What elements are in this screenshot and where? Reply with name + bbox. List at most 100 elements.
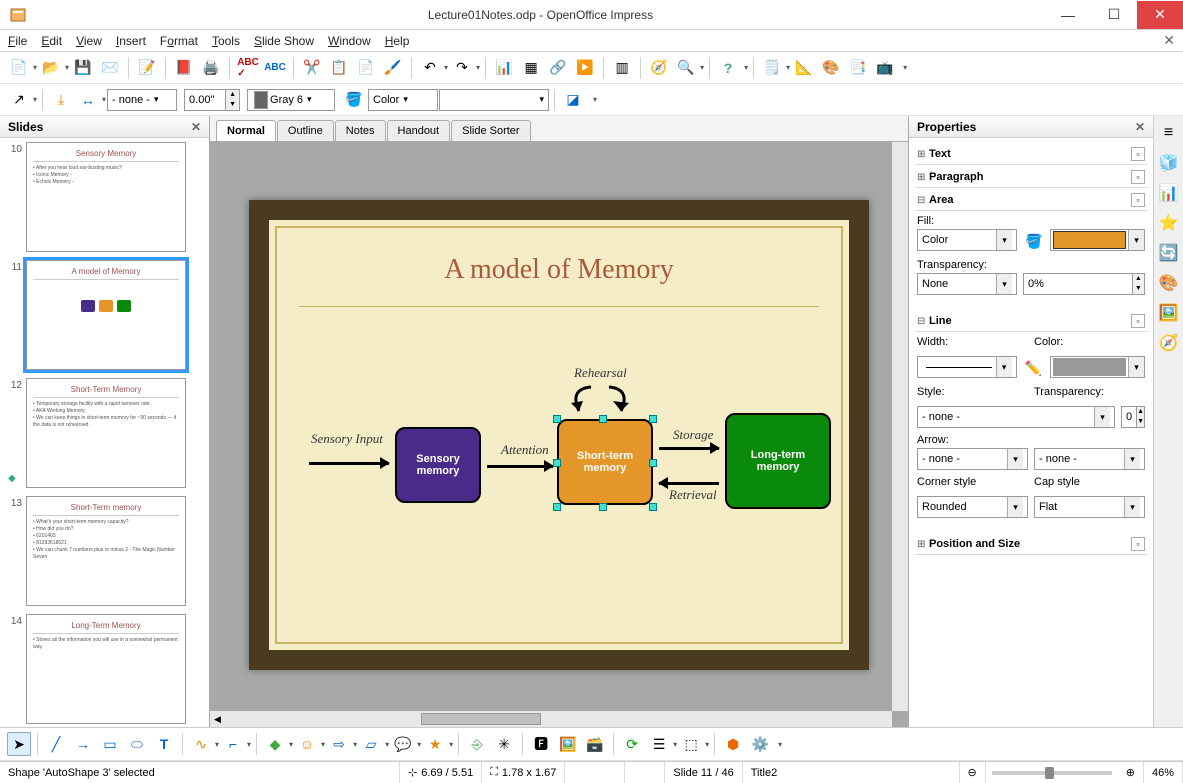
slide-transition-icon[interactable]: 🔄	[1158, 242, 1180, 264]
block-arrows-tool[interactable]: ⇨	[327, 732, 351, 756]
dropdown-icon[interactable]: ▾	[33, 95, 37, 104]
cut-button[interactable]: ✂️	[300, 56, 324, 80]
line-style-select[interactable]: - none -▾	[107, 89, 177, 111]
dropdown-icon[interactable]: ▾	[33, 63, 37, 72]
menu-view[interactable]: View	[76, 34, 102, 48]
sidebar-menu-icon[interactable]: ≡	[1158, 122, 1180, 144]
section-options-icon[interactable]: ▫	[1131, 537, 1145, 551]
curve-tool[interactable]: ∿	[189, 732, 213, 756]
spinner-down-icon[interactable]: ▼	[225, 100, 239, 110]
glue-points-tool[interactable]: ✳	[492, 732, 516, 756]
slide-thumb-row[interactable]: ◆12Short-Term Memory• Temporary storage …	[6, 378, 203, 488]
section-options-icon[interactable]: ▫	[1131, 314, 1145, 328]
gallery-tool[interactable]: 🗃️	[583, 732, 607, 756]
view-tab-slide-sorter[interactable]: Slide Sorter	[451, 120, 530, 141]
toolbar-more-icon[interactable]: ▾	[778, 740, 782, 749]
arrow-end-select[interactable]: - none -▾	[1034, 448, 1145, 470]
slide-thumbnail[interactable]: A model of Memory	[26, 260, 186, 370]
callouts-tool[interactable]: 💬	[391, 732, 415, 756]
menu-edit[interactable]: Edit	[41, 34, 62, 48]
selection-handle[interactable]	[553, 459, 561, 467]
basic-shapes-tool[interactable]: ◆	[263, 732, 287, 756]
selection-handle[interactable]	[649, 415, 657, 423]
navigator-icon[interactable]: 🧭	[1158, 332, 1180, 354]
email-button[interactable]: ✉️	[98, 56, 122, 80]
selection-handle[interactable]	[599, 503, 607, 511]
close-icon[interactable]: ✕	[1135, 120, 1145, 134]
flowcharts-tool[interactable]: ▱	[359, 732, 383, 756]
view-tab-normal[interactable]: Normal	[216, 120, 276, 141]
zoom-out-button[interactable]: ⊖	[960, 762, 986, 783]
select-tool[interactable]: ➤	[7, 732, 31, 756]
toolbar-more-icon[interactable]: ▾	[903, 63, 907, 72]
from-file-tool[interactable]: 🖼️	[556, 732, 580, 756]
line-tool[interactable]: ╱	[44, 732, 68, 756]
document-close-icon[interactable]: ✕	[1163, 32, 1175, 49]
export-pdf-button[interactable]: 📕	[172, 56, 196, 80]
line-style-select[interactable]: - none -▾	[917, 406, 1115, 428]
edit-file-button[interactable]: 📝	[135, 56, 159, 80]
section-line[interactable]: ⊟ Line ▫	[915, 311, 1147, 332]
section-paragraph[interactable]: ⊞ Paragraph ▫	[915, 167, 1147, 188]
view-tab-handout[interactable]: Handout	[387, 120, 451, 141]
section-options-icon[interactable]: ▫	[1131, 170, 1145, 184]
fill-bucket-icon[interactable]: 🪣	[1024, 229, 1043, 253]
stars-tool[interactable]: ★	[423, 732, 447, 756]
menu-tools[interactable]: Tools	[212, 34, 240, 48]
table-button[interactable]: ▦	[519, 56, 543, 80]
fill-color-select[interactable]: ▾	[1050, 229, 1145, 251]
spinner-up-icon[interactable]: ▲	[225, 90, 239, 100]
styles-icon[interactable]: 🎨	[1158, 272, 1180, 294]
selection-handle[interactable]	[553, 503, 561, 511]
slide-thumbnail[interactable]: Sensory Memory• After you hear loud ear-…	[26, 142, 186, 252]
box-long-term-memory[interactable]: Long-term memory	[725, 413, 831, 509]
slide-thumbnail[interactable]: Short-Term memory• What's your short-ter…	[26, 496, 186, 606]
menu-window[interactable]: Window	[328, 34, 371, 48]
slide-thumb-row[interactable]: 14Long-Term Memory• Stores all the infor…	[6, 614, 203, 724]
line-transparency-spinner[interactable]: ▲▼	[1121, 406, 1145, 428]
slide-thumb-row[interactable]: 10Sensory Memory• After you hear loud ea…	[6, 142, 203, 252]
fill-color-select[interactable]: ▾	[439, 89, 549, 111]
slide-thumb-row[interactable]: 11A model of Memory	[6, 260, 203, 370]
view-tab-outline[interactable]: Outline	[277, 120, 334, 141]
minimize-button[interactable]: —	[1045, 1, 1091, 29]
fill-type-select[interactable]: Color▾	[368, 89, 438, 111]
close-icon[interactable]: ✕	[191, 120, 201, 134]
arrow-attention[interactable]	[487, 465, 553, 468]
dropdown-icon[interactable]: ▾	[476, 63, 480, 72]
slide-thumbnail[interactable]: Short-Term Memory• Temporary storage fac…	[26, 378, 186, 488]
menu-help[interactable]: Help	[385, 34, 410, 48]
selection-handle[interactable]	[649, 503, 657, 511]
slides-list[interactable]: 10Sensory Memory• After you hear loud ea…	[0, 138, 209, 727]
interaction-tool[interactable]: ⚙️	[748, 732, 772, 756]
open-button[interactable]: 📂	[39, 56, 63, 80]
box-short-term-memory[interactable]: Short-term memory	[557, 419, 653, 505]
line-width-spinner[interactable]: ▲▼	[184, 89, 240, 111]
menu-file[interactable]: File	[8, 34, 27, 48]
expand-slide-button[interactable]: 📺	[873, 56, 897, 80]
rectangle-tool[interactable]: ▭	[98, 732, 122, 756]
extrusion-tool[interactable]: ⬢	[721, 732, 745, 756]
ellipse-tool[interactable]: ⬭	[125, 732, 149, 756]
cap-style-select[interactable]: Flat▾	[1034, 496, 1145, 518]
redo-button[interactable]: ↷	[450, 56, 474, 80]
arrow-ends-button[interactable]: ↔	[76, 88, 100, 112]
selection-handle[interactable]	[553, 415, 561, 423]
line-width-select[interactable]: ▾	[917, 356, 1017, 378]
paste-button[interactable]: 📄	[354, 56, 378, 80]
arrange-tool[interactable]: ⬚	[679, 732, 703, 756]
transparency-type-select[interactable]: None▾	[917, 273, 1017, 295]
slide-thumb-row[interactable]: 13Short-Term memory• What's your short-t…	[6, 496, 203, 606]
box-sensory-memory[interactable]: Sensory memory	[395, 427, 481, 503]
arrow-start-select[interactable]: - none -▾	[917, 448, 1028, 470]
menu-slideshow[interactable]: Slide Show	[254, 34, 314, 48]
arrow-style-button[interactable]: ↗	[7, 88, 31, 112]
undo-button[interactable]: ↶	[418, 56, 442, 80]
fill-type-select[interactable]: Color▾	[917, 229, 1017, 251]
rotate-tool[interactable]: ⟳	[620, 732, 644, 756]
dropdown-icon[interactable]: ▾	[786, 63, 790, 72]
duplicate-slide-button[interactable]: 📑	[846, 56, 870, 80]
arrow-rehearsal[interactable]	[561, 381, 641, 417]
chart-button[interactable]: 📊	[492, 56, 516, 80]
slide-canvas[interactable]: A model of Memory Sensory Input Sensory …	[249, 200, 869, 670]
